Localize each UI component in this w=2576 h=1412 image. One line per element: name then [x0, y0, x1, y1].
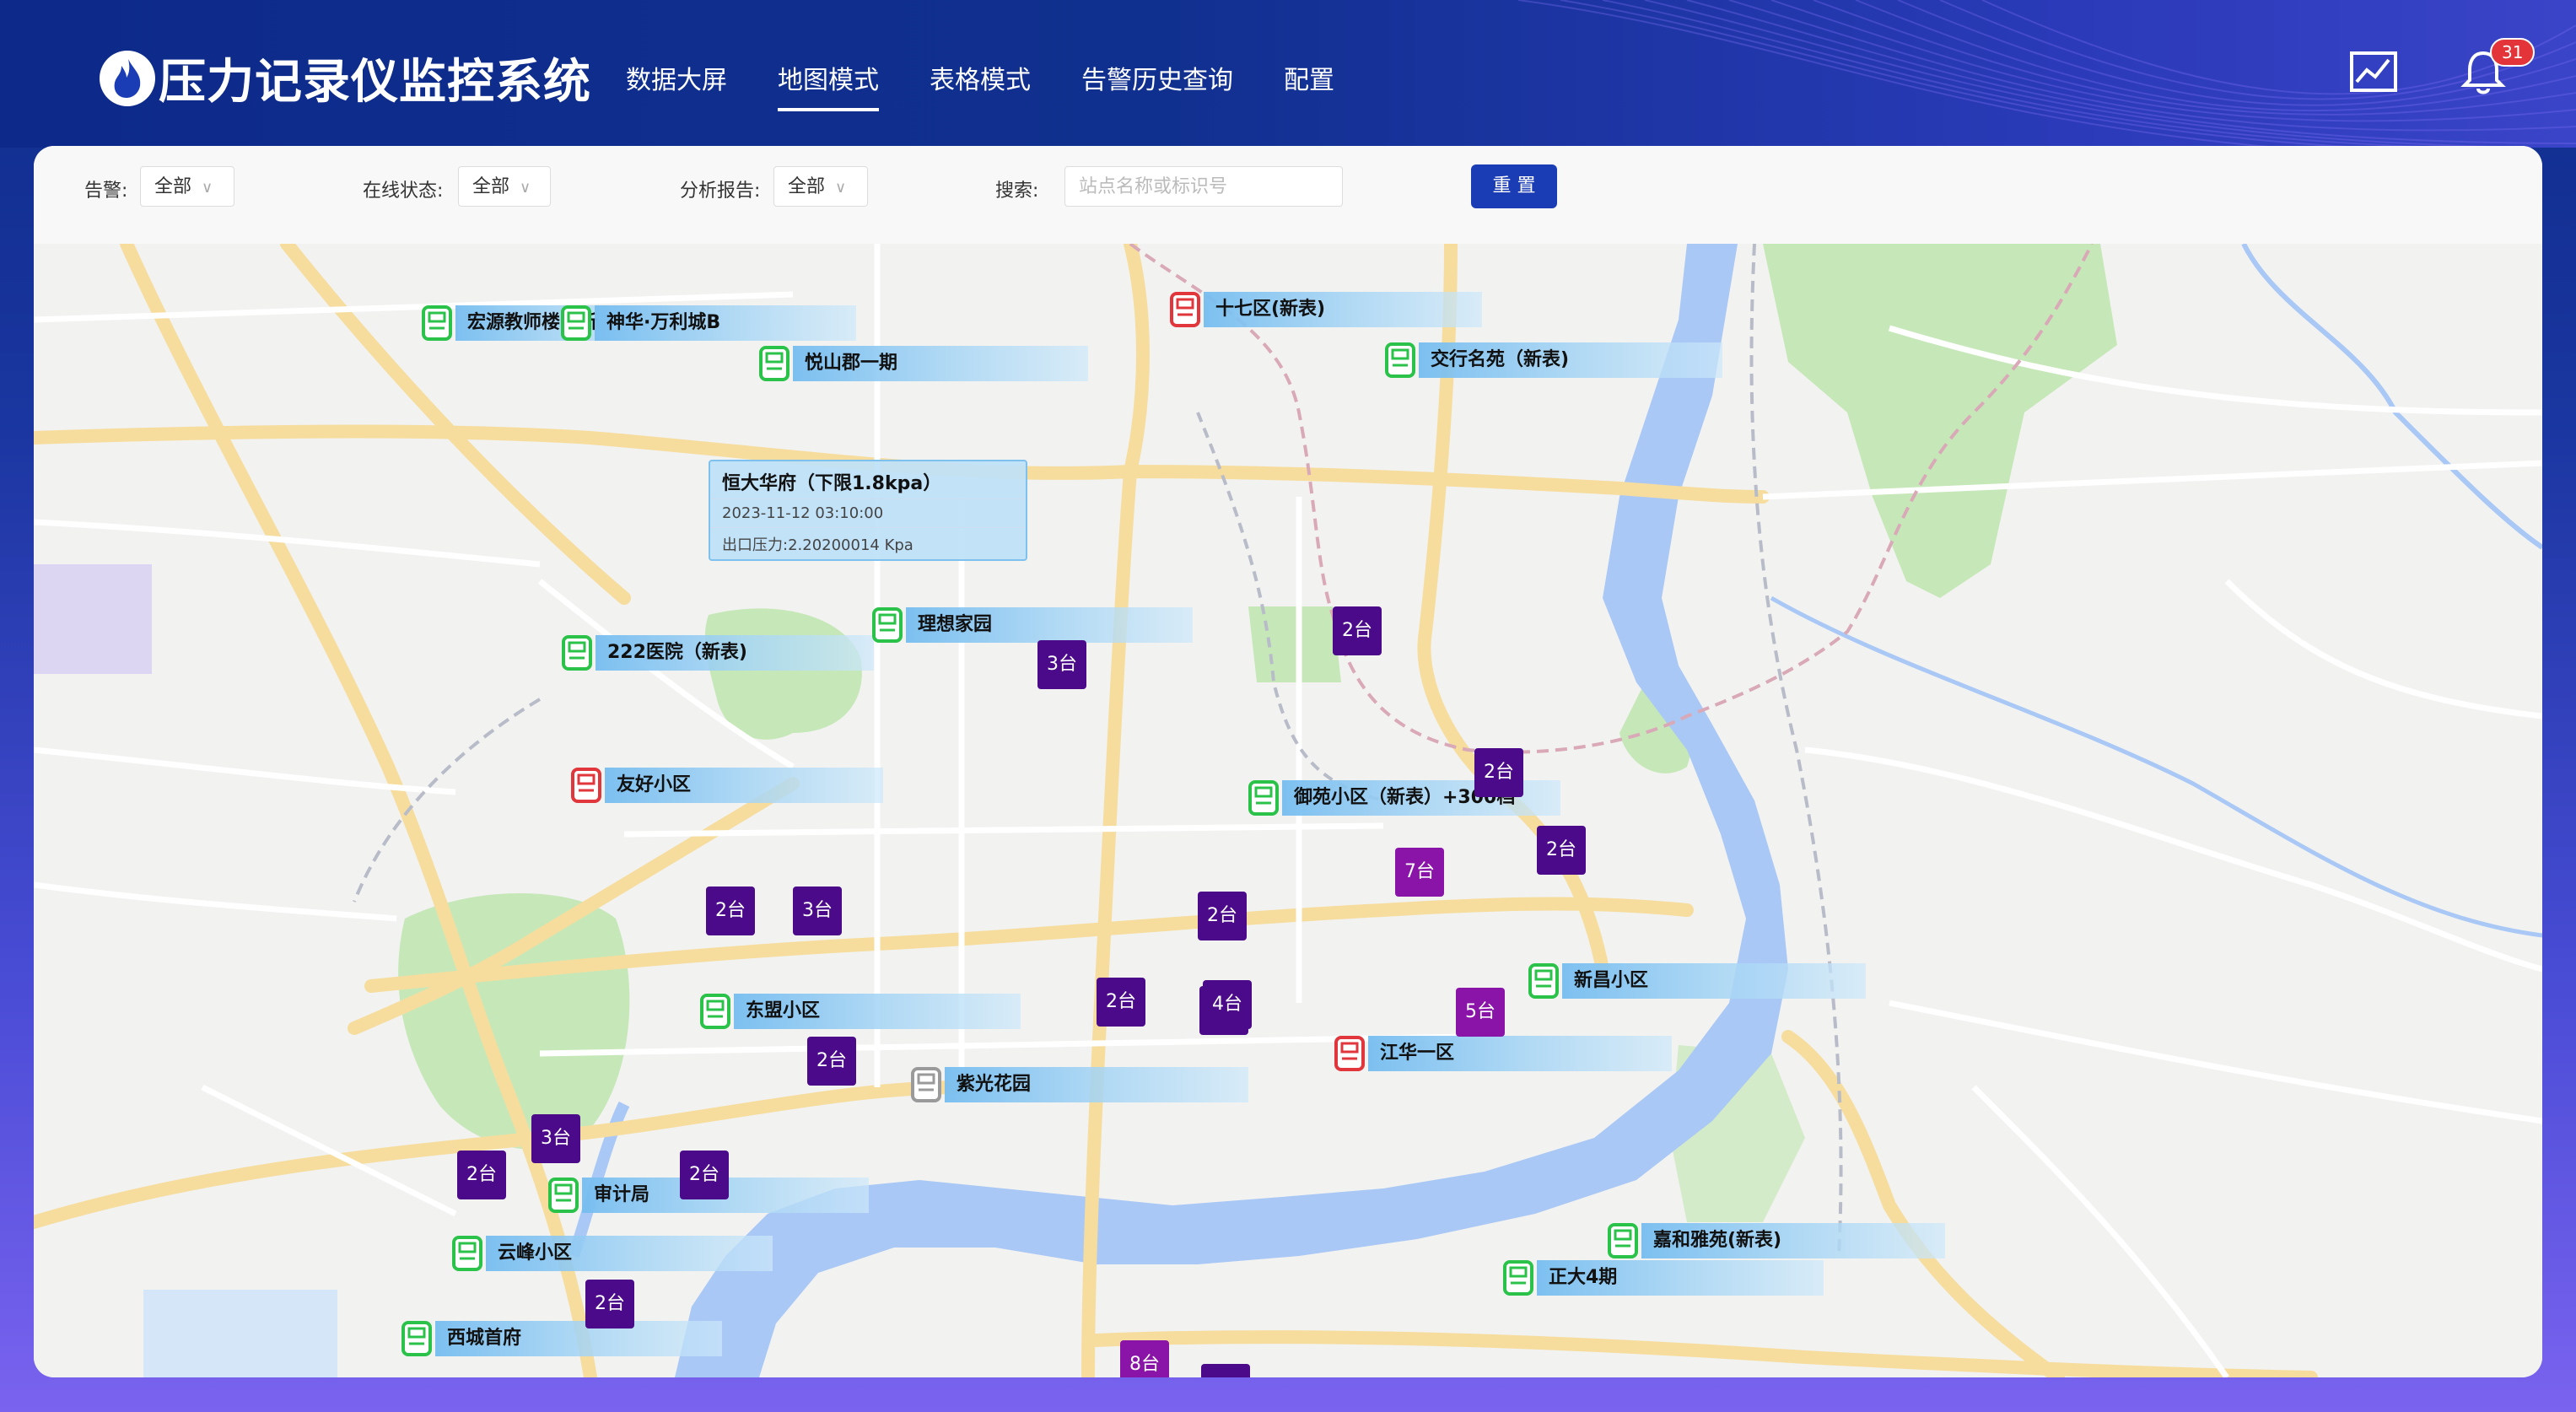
station-marker[interactable]: 悦山郡一期: [757, 345, 1088, 382]
flame-logo-icon: [100, 50, 155, 106]
station-marker[interactable]: 江华一区: [1333, 1035, 1672, 1072]
alarm-filter-label: 告警:: [84, 181, 128, 202]
chevron-down-icon: ∨: [835, 179, 847, 197]
device-cluster-marker[interactable]: 3台: [793, 887, 842, 935]
filter-bar: 告警: 全部 ∨ 在线状态: 全部 ∨ 分析报告: 全部 ∨ 搜索: 站点名称或标识号…: [34, 146, 2542, 244]
report-filter-select[interactable]: 全部 ∨: [773, 166, 868, 207]
device-cluster-marker[interactable]: 5台: [1456, 988, 1505, 1037]
station-marker[interactable]: 西城首府: [400, 1320, 722, 1357]
pressure-meter-icon: [559, 304, 593, 342]
station-name-label: 交行名苑（新表): [1419, 342, 1722, 378]
trend-chart-icon[interactable]: [2348, 46, 2399, 97]
pressure-meter-icon: [560, 634, 594, 671]
popup-pressure: 出口压力:2.20200014 Kpa: [710, 527, 1026, 560]
pressure-meter-icon: [1383, 342, 1417, 379]
station-name-label: 正大4期: [1537, 1260, 1824, 1296]
top-header: 压力记录仪监控系统 数据大屏 地图模式 表格模式 告警历史查询 配置 31: [0, 0, 2576, 148]
pressure-meter-icon: [698, 993, 732, 1030]
station-info-popup: 恒大华府（下限1.8kpa） 2023-11-12 03:10:00 出口压力:…: [709, 460, 1027, 561]
search-label: 搜索:: [995, 181, 1039, 202]
device-cluster-marker[interactable]: 2台: [1198, 892, 1247, 940]
pressure-meter-icon: [1606, 1222, 1640, 1259]
pressure-meter-icon: [1333, 1035, 1366, 1072]
pressure-meter-icon: [757, 345, 791, 382]
device-cluster-marker[interactable]: 2台: [1333, 606, 1382, 655]
station-name-label: 友好小区: [605, 768, 883, 803]
station-marker[interactable]: 友好小区: [569, 767, 883, 804]
station-name-label: 东盟小区: [734, 994, 1021, 1029]
nav-map-mode[interactable]: 地图模式: [778, 59, 879, 111]
pressure-meter-icon: [1527, 962, 1560, 1000]
chevron-down-icon: ∨: [202, 179, 213, 197]
pressure-meter-icon: [870, 606, 904, 644]
main-nav: 数据大屏 地图模式 表格模式 告警历史查询 配置: [626, 59, 1334, 111]
popup-title: 恒大华府（下限1.8kpa）: [722, 473, 942, 494]
pressure-meter-icon: [569, 767, 603, 804]
device-cluster-marker[interactable]: 2台: [585, 1280, 634, 1328]
pressure-meter-icon: [1247, 779, 1280, 816]
station-marker[interactable]: 222医院（新表): [560, 634, 874, 671]
device-cluster-marker[interactable]: 4台: [1203, 980, 1252, 1029]
station-name-label: 十七区(新表): [1204, 292, 1482, 327]
device-cluster-marker[interactable]: 8台: [1120, 1340, 1169, 1377]
pressure-meter-icon: [450, 1235, 484, 1272]
nav-data-screen[interactable]: 数据大屏: [626, 59, 727, 111]
station-name-label: 江华一区: [1368, 1036, 1672, 1071]
station-name-label: 新昌小区: [1562, 963, 1866, 999]
nav-table-mode[interactable]: 表格模式: [930, 59, 1031, 111]
pressure-meter-icon: [547, 1177, 580, 1214]
device-cluster-marker[interactable]: 7台: [1395, 848, 1444, 897]
station-marker[interactable]: 交行名苑（新表): [1383, 342, 1722, 379]
station-name-label: 神华·万利城B: [595, 305, 856, 341]
notification-count-badge: 31: [2490, 38, 2536, 67]
station-marker[interactable]: 十七区(新表): [1168, 291, 1482, 328]
station-name-label: 理想家园: [906, 607, 1193, 643]
station-name-label: 悦山郡一期: [793, 346, 1088, 381]
online-filter-label: 在线状态:: [363, 181, 444, 202]
device-cluster-marker[interactable]: 2台: [1201, 1364, 1250, 1377]
station-marker[interactable]: 紫光花园: [909, 1066, 1248, 1103]
station-name-label: 紫光花园: [945, 1067, 1248, 1102]
pressure-meter-icon: [1501, 1259, 1535, 1296]
device-cluster-marker[interactable]: 2台: [1097, 978, 1145, 1027]
station-marker[interactable]: 东盟小区: [698, 993, 1021, 1030]
nav-config[interactable]: 配置: [1284, 59, 1334, 111]
station-name-label: 嘉和雅苑(新表): [1641, 1223, 1945, 1258]
device-cluster-marker[interactable]: 2台: [680, 1151, 729, 1199]
device-cluster-marker[interactable]: 3台: [531, 1114, 580, 1163]
station-name-label: 云峰小区: [486, 1236, 773, 1271]
device-cluster-marker[interactable]: 2台: [807, 1037, 856, 1086]
station-marker[interactable]: 嘉和雅苑(新表): [1606, 1222, 1945, 1259]
pressure-meter-icon: [909, 1066, 943, 1103]
bell-icon[interactable]: 31: [2458, 38, 2536, 97]
device-cluster-marker[interactable]: 2台: [457, 1151, 506, 1199]
device-cluster-marker[interactable]: 3台: [1037, 640, 1086, 689]
device-cluster-marker[interactable]: 2台: [1474, 748, 1523, 797]
station-marker[interactable]: 正大4期: [1501, 1259, 1824, 1296]
alarm-filter-select[interactable]: 全部 ∨: [140, 166, 234, 207]
station-marker[interactable]: 理想家园: [870, 606, 1193, 644]
station-marker[interactable]: 云峰小区: [450, 1235, 773, 1272]
pressure-meter-icon: [420, 304, 454, 342]
device-cluster-marker[interactable]: 2台: [1537, 826, 1586, 875]
online-filter-select[interactable]: 全部 ∨: [458, 166, 551, 207]
station-marker[interactable]: 新昌小区: [1527, 962, 1866, 1000]
main-panel: 告警: 全部 ∨ 在线状态: 全部 ∨ 分析报告: 全部 ∨ 搜索: 站点名称或标识号…: [34, 146, 2542, 1377]
station-name-label: 222医院（新表): [595, 635, 874, 671]
device-cluster-marker[interactable]: 2台: [706, 887, 755, 935]
station-name-label: 西城首府: [435, 1321, 722, 1356]
pressure-meter-icon: [1168, 291, 1202, 328]
station-marker[interactable]: 神华·万利城B: [559, 304, 856, 342]
reset-button[interactable]: 重 置: [1471, 164, 1557, 208]
header-actions: 31: [2348, 38, 2536, 97]
pressure-meter-icon: [400, 1320, 434, 1357]
report-filter-label: 分析报告:: [680, 181, 761, 202]
popup-time: 2023-11-12 03:10:00: [710, 499, 1026, 527]
map-canvas[interactable]: 恒大华府（下限1.8kpa） 2023-11-12 03:10:00 出口压力:…: [34, 244, 2542, 1377]
app-title: 压力记录仪监控系统: [159, 55, 591, 110]
nav-alarm-history[interactable]: 告警历史查询: [1081, 59, 1233, 111]
chevron-down-icon: ∨: [520, 179, 531, 197]
search-input[interactable]: 站点名称或标识号: [1064, 166, 1343, 207]
app-logo[interactable]: 压力记录仪监控系统: [100, 44, 591, 112]
